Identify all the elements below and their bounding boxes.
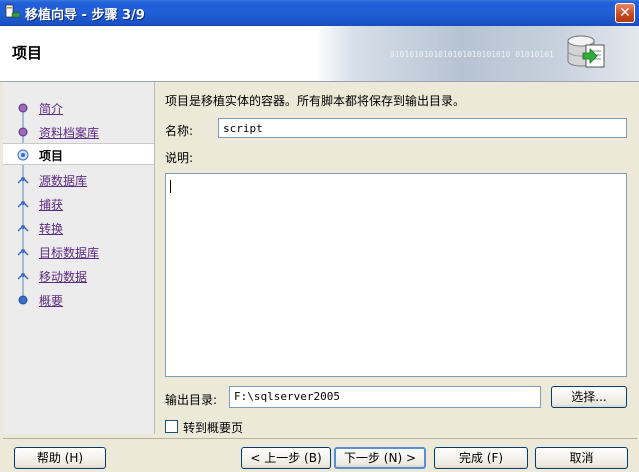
step-content-panel: 项目是移植实体的容器。所有脚本都将保存到输出目录。 名称: script 说明:… xyxy=(156,82,639,436)
app-icon xyxy=(5,4,20,20)
browse-button[interactable]: 选择... xyxy=(551,386,627,408)
description-label: 说明: xyxy=(165,151,194,165)
nav-item-repository[interactable]: 资料档案库 xyxy=(3,121,154,143)
step-node-icon xyxy=(18,295,28,305)
nav-item-label: 概要 xyxy=(39,294,64,308)
step-node-icon xyxy=(17,200,29,208)
step-node-icon xyxy=(18,127,28,137)
step-description: 项目是移植实体的容器。所有脚本都将保存到输出目录。 xyxy=(165,94,466,108)
nav-item-target-db[interactable]: 目标数据库 xyxy=(3,241,154,263)
window-title: 移植向导 - 步骤 3/9 xyxy=(25,8,145,23)
step-node-icon xyxy=(17,272,29,280)
header-banner: 0101010101010101010101010 01010101 项目 xyxy=(0,26,639,82)
description-textarea[interactable] xyxy=(165,173,627,377)
close-button[interactable]: ✕ xyxy=(615,3,635,23)
nav-item-move-data[interactable]: 移动数据 xyxy=(3,265,154,287)
nav-item-label: 源数据库 xyxy=(39,174,88,188)
nav-item-label: 目标数据库 xyxy=(39,246,100,260)
nav-item-label: 项目 xyxy=(39,149,64,163)
nav-item-summary[interactable]: 概要 xyxy=(3,289,154,311)
close-icon: ✕ xyxy=(619,5,631,21)
banner-binary-decoration: 0101010101010101010101010 01010101 xyxy=(390,50,554,59)
title-bar[interactable]: 移植向导 - 步骤 3/9 ✕ xyxy=(0,0,639,26)
step-node-icon xyxy=(17,224,29,232)
wizard-steps-nav: 简介 资料档案库 项目 源数据库 捕获 转换 目标数据库 移动数据 概要 xyxy=(3,82,155,434)
nav-item-label: 转换 xyxy=(39,222,64,236)
nav-item-source-db[interactable]: 源数据库 xyxy=(3,169,154,191)
next-button[interactable]: 下一步 (N) > xyxy=(334,447,426,469)
goto-summary-checkbox[interactable] xyxy=(165,420,178,433)
nav-item-label: 简介 xyxy=(39,102,64,116)
previous-button[interactable]: < 上一步 (B) xyxy=(241,447,331,469)
project-name-input[interactable]: script xyxy=(218,118,627,138)
goto-summary-label[interactable]: 转到概要页 xyxy=(183,419,243,436)
name-label: 名称: xyxy=(165,124,194,138)
help-button[interactable]: 帮助 (H) xyxy=(14,447,106,469)
nav-item-capture[interactable]: 捕获 xyxy=(3,193,154,215)
cancel-button[interactable]: 取消 xyxy=(535,447,628,469)
output-dir-input[interactable]: F:\sqlserver2005 xyxy=(229,386,541,408)
nav-item-label: 捕获 xyxy=(39,198,64,212)
output-dir-label: 输出目录: xyxy=(165,393,218,407)
nav-item-project[interactable]: 项目 xyxy=(3,143,154,165)
finish-button[interactable]: 完成 (F) xyxy=(434,447,528,469)
nav-item-convert[interactable]: 转换 xyxy=(3,217,154,239)
step-current-icon xyxy=(17,149,29,161)
text-caret xyxy=(170,180,171,193)
database-migration-icon xyxy=(567,35,605,68)
page-title: 项目 xyxy=(12,44,43,62)
nav-item-label: 移动数据 xyxy=(39,270,88,284)
step-node-icon xyxy=(17,176,29,184)
step-node-icon xyxy=(17,248,29,256)
nav-item-label: 资料档案库 xyxy=(39,126,100,140)
step-node-icon xyxy=(18,103,28,113)
footer-divider xyxy=(3,438,637,439)
nav-item-intro[interactable]: 简介 xyxy=(3,97,154,119)
